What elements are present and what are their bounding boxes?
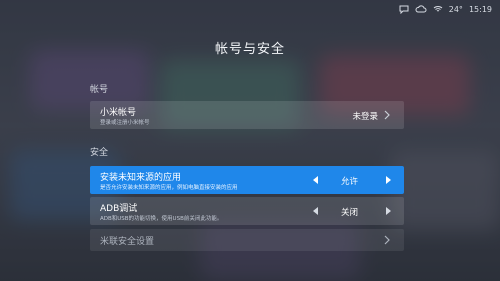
arrow-left-icon[interactable]: [312, 175, 320, 185]
row-milian-security[interactable]: 米联安全设置: [90, 229, 404, 251]
section-label-account: 帐号: [90, 85, 109, 95]
page-title: 帐号与安全: [214, 42, 285, 57]
row-value: 关闭: [340, 208, 358, 218]
chevron-right-icon: [384, 110, 390, 120]
row-title: ADB调试: [100, 204, 138, 214]
message-icon: [399, 5, 409, 14]
row-title: 小米帐号: [100, 108, 137, 118]
row-value: 未登录: [352, 112, 378, 122]
arrow-right-icon[interactable]: [384, 206, 392, 216]
row-subtitle: 是否允许安装未知来源的应用，例如电脑直接安装的应用: [100, 185, 238, 191]
status-bar: 24° 15:19: [399, 2, 492, 16]
row-title: 米联安全设置: [100, 237, 155, 247]
row-title: 安装未知来源的应用: [100, 173, 182, 183]
wifi-icon: [433, 5, 443, 13]
row-subtitle: ADB和USB的功能切换，使用USB前关闭此功能。: [100, 216, 223, 222]
row-xiaomi-account[interactable]: 小米帐号 登录或注册小米帐号 未登录: [90, 101, 404, 129]
row-subtitle: 登录或注册小米帐号: [100, 120, 150, 126]
temperature: 24°: [448, 4, 463, 14]
clock-time: 15:19: [468, 4, 492, 14]
section-label-security: 安全: [90, 148, 109, 158]
row-unknown-sources[interactable]: 安装未知来源的应用 是否允许安装未知来源的应用，例如电脑直接安装的应用 允许: [90, 166, 404, 194]
row-adb-debug[interactable]: ADB调试 ADB和USB的功能切换，使用USB前关闭此功能。 关闭: [90, 197, 404, 225]
arrow-right-icon[interactable]: [384, 175, 392, 185]
row-value: 允许: [340, 177, 358, 187]
cloud-icon: [415, 5, 427, 13]
chevron-right-icon: [384, 235, 390, 245]
arrow-left-icon[interactable]: [312, 206, 320, 216]
